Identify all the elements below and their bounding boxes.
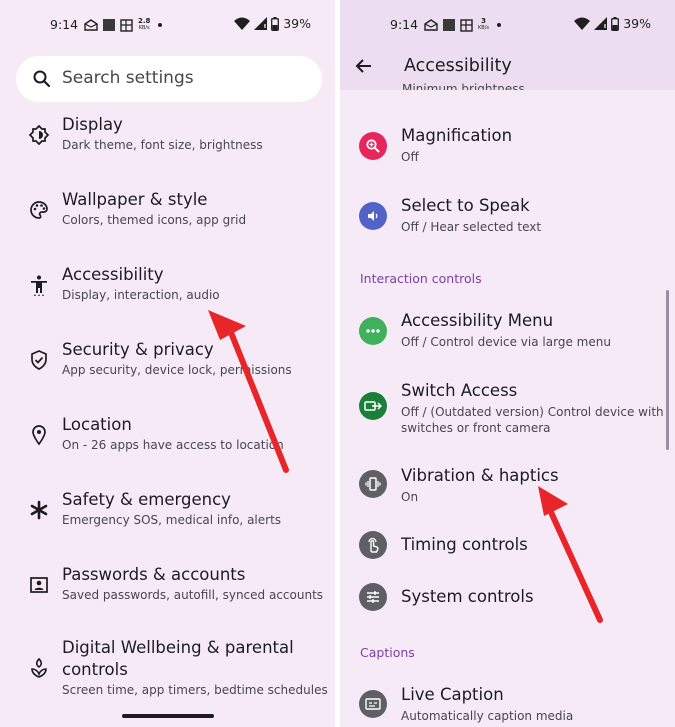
mail-notification-icon [84,19,98,31]
gesture-handle[interactable] [122,714,214,718]
settings-item-location[interactable]: Location On - 26 apps have access to loc… [0,414,335,474]
item-title: Switch Access [401,381,518,400]
mail-notification-icon [424,19,438,31]
timing-controls-item[interactable]: Timing controls [340,531,675,561]
brightness-icon [28,124,50,146]
status-bar: 9:14 2.8 KB/s 39% [0,16,335,36]
settings-item-title: Accessibility [62,265,164,284]
item-title: System controls [401,587,534,606]
battery-icon [611,16,620,31]
data-rate: 2.8 KB/s [138,17,151,32]
system-controls-item[interactable]: System controls [340,583,675,613]
settings-item-title: Safety & emergency [62,490,231,509]
shield-icon [31,350,47,370]
page-title: Accessibility [404,56,512,76]
item-title: Vibration & haptics [401,466,559,485]
section-header-interaction: Interaction controls [360,271,482,286]
signal-icon [594,17,608,30]
live-caption-item[interactable]: Live Caption Automatically caption media [340,684,675,727]
settings-item-subtitle: Colors, themed icons, app grid [62,213,247,227]
search-placeholder: Search settings [62,68,194,88]
wifi-icon [234,17,251,30]
settings-item-security[interactable]: Security & privacy App security, device … [0,339,335,399]
magnify-icon [359,132,387,160]
speaker-icon [359,202,387,230]
status-time: 9:14 [50,17,79,32]
app-notification-icon [103,19,115,31]
settings-item-subtitle: App security, device lock, permissions [62,363,292,377]
settings-item-subtitle: Emergency SOS, medical info, alerts [62,513,282,527]
asterisk-icon [30,500,48,520]
wifi-icon [574,17,591,30]
select-to-speak-item[interactable]: Select to Speak Off / Hear selected text [340,195,675,245]
item-subtitle: Off / Hear selected text [401,220,542,234]
more-notifications-dot [158,23,163,27]
search-icon [33,70,51,88]
palette-icon [30,201,48,219]
signal-icon [254,17,268,30]
settings-item-title: Display [62,115,123,134]
data-rate: 3 KB/s [478,17,489,32]
location-pin-icon [32,425,46,446]
settings-item-accessibility[interactable]: Accessibility Display, interaction, audi… [0,264,335,324]
account-box-icon [30,577,48,593]
settings-item-subtitle: Saved passwords, autofill, synced accoun… [62,588,324,602]
item-subtitle: Automatically caption media [401,709,574,723]
settings-item-digital-wellbeing[interactable]: Digital Wellbeing & parental controls Sc… [0,637,335,701]
settings-item-subtitle: Dark theme, font size, brightness [62,138,263,152]
switch-access-item[interactable]: Switch Access Off / (Outdated version) C… [340,380,675,440]
accessibility-screen: 9:14 3 KB/s 39% Accessibility Minimum bri… [340,0,675,727]
touch-hand-icon [359,531,387,559]
item-subtitle: Off [401,150,419,164]
settings-screen: 9:14 2.8 KB/s 39% Search settings Display… [0,0,335,727]
item-title: Accessibility Menu [401,311,554,330]
settings-item-subtitle: On - 26 apps have access to location [62,438,284,452]
more-notifications-dot [497,23,501,27]
magnification-item[interactable]: Magnification Off [340,125,675,175]
sliders-icon [359,583,387,611]
settings-item-title: Location [62,415,132,434]
vibration-icon [359,470,387,498]
accessibility-icon [31,275,47,296]
item-title: Select to Speak [401,196,530,215]
settings-item-wallpaper[interactable]: Wallpaper & style Colors, themed icons, … [0,189,335,249]
item-subtitle: Off / Control device via large menu [401,335,611,349]
caption-icon [359,690,387,718]
battery-icon [271,16,280,31]
battery-percent: 39% [283,16,311,31]
screenshot-notification-icon [120,18,133,32]
settings-item-display[interactable]: Display Dark theme, font size, brightnes… [0,114,335,174]
item-title: Live Caption [401,685,504,704]
vibration-haptics-item[interactable]: Vibration & haptics On [340,465,675,515]
scrollbar[interactable] [666,290,669,450]
settings-item-title: Wallpaper & style [62,190,208,209]
dots-menu-icon [359,317,387,345]
accessibility-menu-item[interactable]: Accessibility Menu Off / Control device … [340,310,675,360]
status-bar: 9:14 3 KB/s 39% [340,16,675,36]
clipped-subtitle: Minimum brightness [402,82,525,90]
settings-item-title: Passwords & accounts [62,565,246,584]
search-bar[interactable]: Search settings [16,56,322,102]
settings-item-passwords[interactable]: Passwords & accounts Saved passwords, au… [0,564,335,624]
settings-item-title: Digital Wellbeing & parental controls [62,638,294,679]
item-title: Timing controls [401,535,528,554]
wellbeing-icon [31,657,47,678]
settings-item-title: Security & privacy [62,340,214,359]
app-bar: 9:14 3 KB/s 39% Accessibility Minimum bri… [340,0,675,90]
item-title: Magnification [401,126,513,145]
app-notification-icon [443,19,455,31]
switch-access-icon [359,392,387,420]
settings-item-safety[interactable]: Safety & emergency Emergency SOS, medica… [0,489,335,549]
settings-item-subtitle: Screen time, app timers, bedtime schedul… [62,683,328,697]
screenshot-notification-icon [460,18,473,32]
settings-item-subtitle: Display, interaction, audio [62,288,220,302]
item-subtitle: On [401,490,419,504]
back-arrow-icon[interactable] [355,57,373,75]
item-subtitle: Off / (Outdated version) Control device … [401,405,664,435]
status-time: 9:14 [390,17,419,32]
section-header-captions: Captions [360,645,415,660]
battery-percent: 39% [623,16,651,31]
